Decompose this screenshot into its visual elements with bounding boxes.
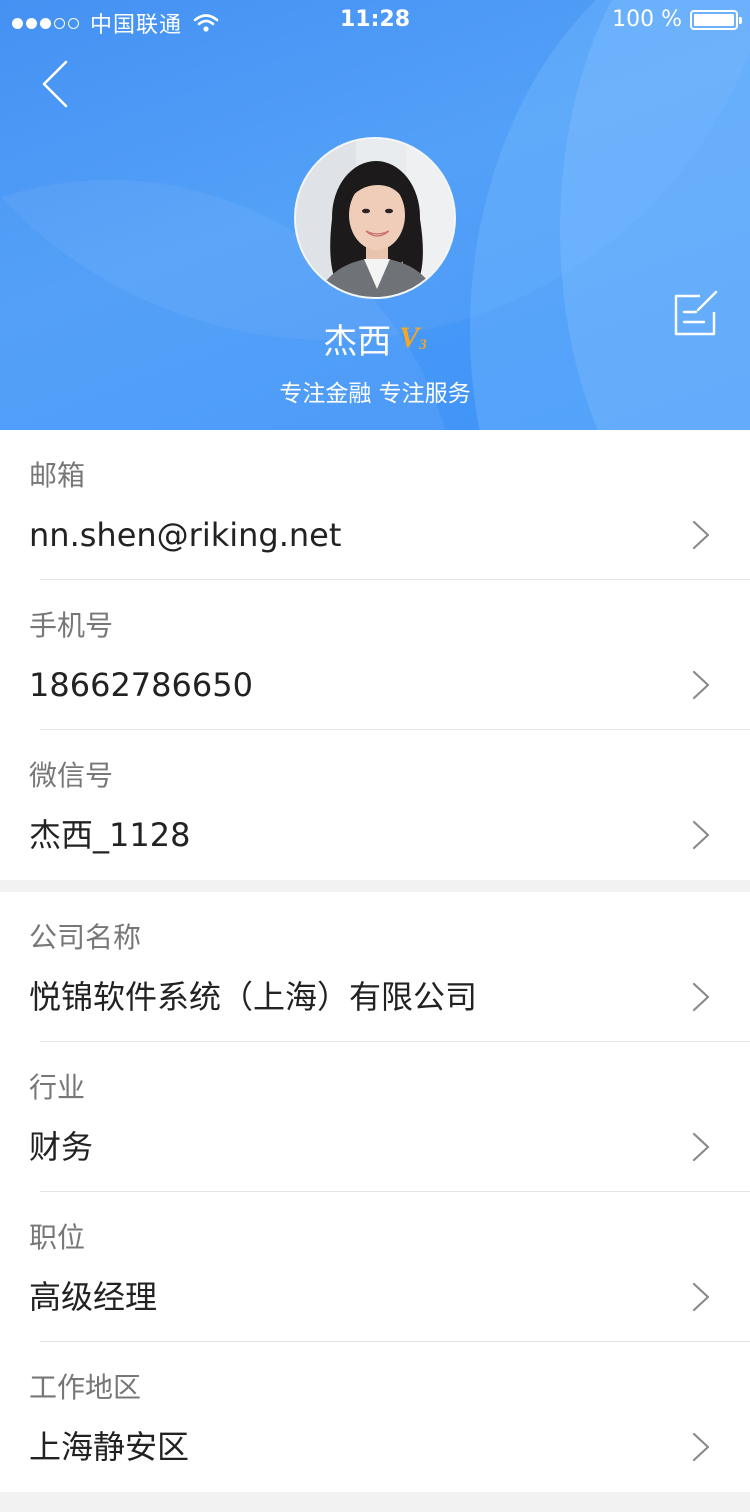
- row-value: 高级经理: [29, 1278, 158, 1316]
- contact-section: 邮箱 nn.shen@riking.net 手机号 18662786650 微信…: [0, 430, 750, 880]
- row-label: 公司名称: [29, 921, 142, 954]
- email-row[interactable]: 邮箱 nn.shen@riking.net: [0, 430, 750, 580]
- row-label: 职位: [29, 1221, 86, 1254]
- row-value: 财务: [29, 1128, 94, 1166]
- row-label: 微信号: [29, 759, 114, 792]
- edit-icon: [674, 290, 718, 336]
- chevron-right-icon: [692, 520, 710, 550]
- avatar-image: [296, 139, 454, 297]
- chevron-right-icon: [692, 820, 710, 850]
- vip-level: 3: [419, 337, 427, 353]
- profile-header: 中国联通 11:28 100 % 杰西 V3 专注金融 专注服务: [0, 0, 750, 430]
- work-section: 公司名称 悦锦软件系统（上海）有限公司 行业 财务 职位 高级经理 工作地区 上…: [0, 892, 750, 1492]
- row-value: nn.shen@riking.net: [29, 516, 342, 554]
- row-label: 邮箱: [29, 459, 86, 492]
- chevron-right-icon: [692, 670, 710, 700]
- position-row[interactable]: 职位 高级经理: [0, 1192, 750, 1342]
- row-value: 杰西_1128: [29, 816, 191, 854]
- chevron-right-icon: [692, 1132, 710, 1162]
- chevron-right-icon: [692, 982, 710, 1012]
- phone-row[interactable]: 手机号 18662786650: [0, 580, 750, 730]
- row-label: 手机号: [29, 609, 114, 642]
- company-row[interactable]: 公司名称 悦锦软件系统（上海）有限公司: [0, 892, 750, 1042]
- profile-name: 杰西: [323, 322, 392, 362]
- chevron-right-icon: [692, 1282, 710, 1312]
- wechat-row[interactable]: 微信号 杰西_1128: [0, 730, 750, 880]
- profile-slogan: 专注金融 专注服务: [279, 381, 471, 407]
- profile-name-row: 杰西 V3: [0, 320, 750, 364]
- avatar[interactable]: [294, 137, 456, 299]
- status-bar: 中国联通 11:28 100 %: [0, 0, 750, 40]
- battery-status: 100 %: [612, 7, 742, 32]
- vip-badge-icon: V3: [399, 323, 427, 360]
- edit-profile-button[interactable]: [670, 288, 722, 340]
- vip-letter: V: [399, 321, 420, 354]
- back-arrow-icon: [42, 60, 68, 108]
- row-value: 悦锦软件系统（上海）有限公司: [29, 978, 478, 1016]
- battery-percent: 100 %: [612, 7, 682, 32]
- header-decoration: [560, 0, 750, 430]
- battery-icon: [690, 9, 742, 30]
- row-label: 行业: [29, 1071, 86, 1104]
- row-label: 工作地区: [29, 1371, 142, 1404]
- industry-row[interactable]: 行业 财务: [0, 1042, 750, 1192]
- row-value: 上海静安区: [29, 1428, 190, 1466]
- back-button[interactable]: [30, 56, 80, 112]
- row-value: 18662786650: [29, 666, 253, 704]
- work-region-row[interactable]: 工作地区 上海静安区: [0, 1342, 750, 1492]
- chevron-right-icon: [692, 1432, 710, 1462]
